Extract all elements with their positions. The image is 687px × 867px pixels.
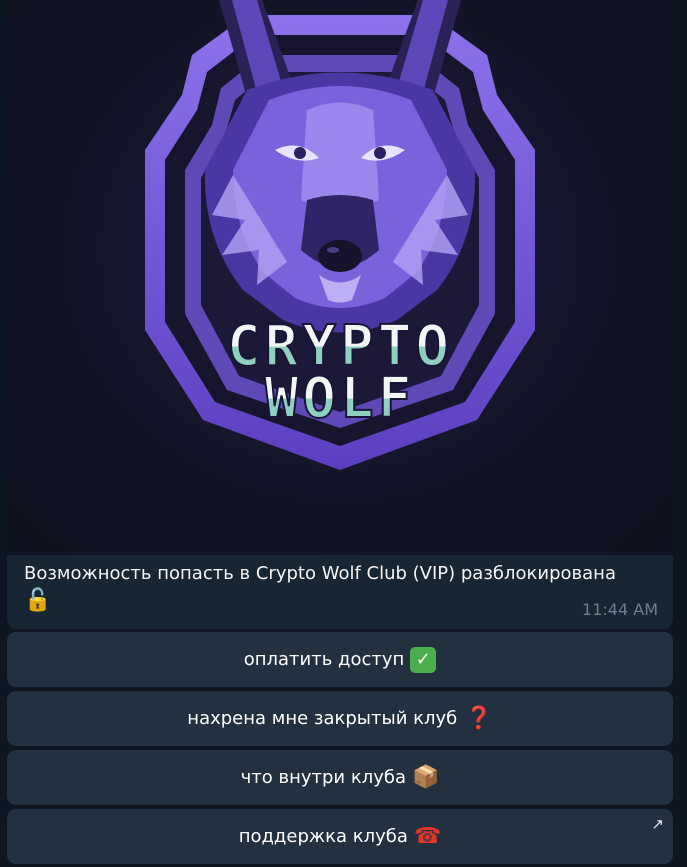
check-mark-icon: ✓ xyxy=(410,646,437,673)
message-photo[interactable]: CRYPTO WOLF xyxy=(7,0,673,555)
unlock-icon: 🔓 xyxy=(24,588,52,613)
question-mark-icon: ❓ xyxy=(465,706,493,731)
why-closed-club-button[interactable]: нахрена мне закрытый клуб ❓ xyxy=(7,691,673,746)
package-icon: 📦 xyxy=(411,765,440,790)
pay-access-button[interactable]: оплатить доступ ✓ xyxy=(7,632,673,687)
bot-message: CRYPTO WOLF Возможность попасть в Crypto… xyxy=(7,0,673,629)
crypto-wolf-logo: CRYPTO WOLF xyxy=(145,0,535,470)
pay-access-label: оплатить доступ xyxy=(243,649,405,670)
message-caption: Возможность попасть в Crypto Wolf Club (… xyxy=(24,561,664,615)
chat-view: CRYPTO WOLF Возможность попасть в Crypto… xyxy=(0,0,687,867)
whats-inside-button[interactable]: что внутри клуба 📦 xyxy=(7,750,673,805)
telephone-icon: ☎ xyxy=(413,824,442,849)
why-closed-club-label: нахрена мне закрытый клуб xyxy=(187,708,458,729)
caption-text: Возможность попасть в Crypto Wolf Club (… xyxy=(24,563,616,584)
club-support-label: поддержка клуба xyxy=(238,826,408,847)
message-time: 11:44 AM xyxy=(582,600,658,619)
club-support-button[interactable]: поддержка клуба ☎ ↗ xyxy=(7,809,673,864)
logo-line2: WOLF xyxy=(265,366,416,431)
whats-inside-label: что внутри клуба xyxy=(240,767,406,788)
external-link-icon: ↗ xyxy=(651,815,664,833)
